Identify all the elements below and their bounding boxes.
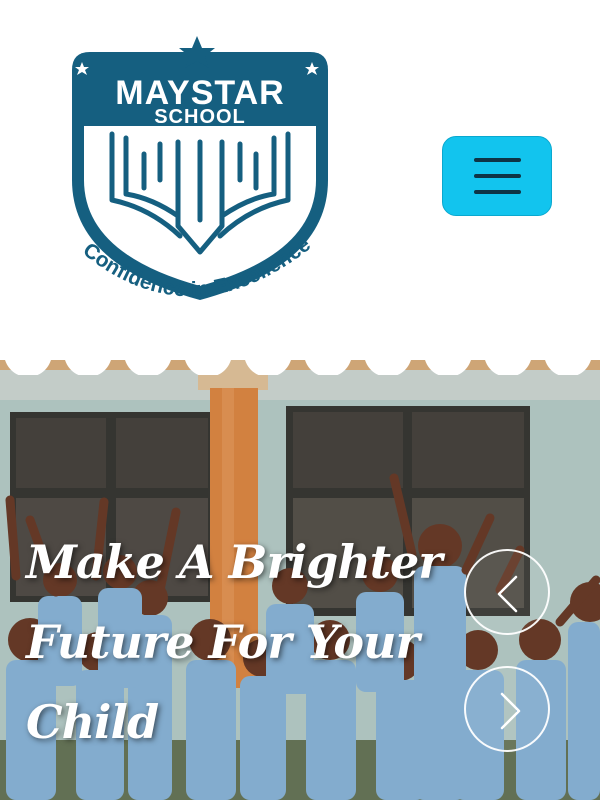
chevron-left-icon bbox=[497, 575, 518, 613]
menu-toggle-button[interactable] bbox=[442, 136, 552, 216]
slider-next-button[interactable] bbox=[464, 666, 550, 752]
chevron-right-icon bbox=[500, 692, 521, 730]
site-header: MAYSTAR SCHOOL Confidence in Excellence bbox=[0, 0, 600, 360]
hero-title: Make A Brighter Future For Your Child bbox=[26, 522, 456, 762]
hero-title-line-3: Child bbox=[26, 695, 159, 749]
hero-title-line-2: Future For Your bbox=[26, 615, 420, 669]
hamburger-icon-bar bbox=[474, 174, 521, 178]
hero-title-line-1: Make A Brighter bbox=[26, 535, 443, 589]
school-logo[interactable]: MAYSTAR SCHOOL Confidence in Excellence bbox=[60, 30, 340, 330]
slider-prev-button[interactable] bbox=[464, 549, 550, 635]
hamburger-icon bbox=[474, 158, 521, 162]
page: MAYSTAR SCHOOL Confidence in Excellence bbox=[0, 0, 600, 800]
hamburger-icon-bar bbox=[474, 190, 521, 194]
scallop-divider bbox=[0, 335, 600, 375]
logo-subname: SCHOOL bbox=[154, 106, 246, 128]
